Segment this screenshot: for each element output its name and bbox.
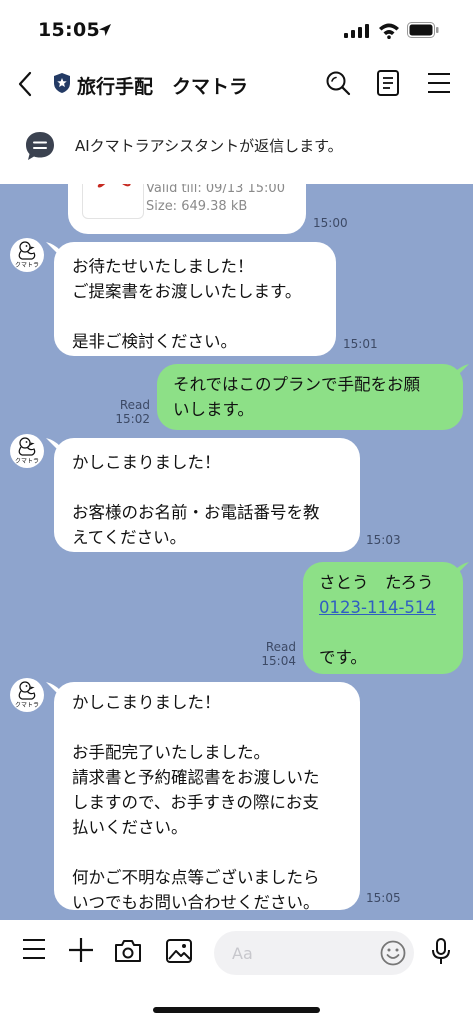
image-icon[interactable] bbox=[166, 939, 192, 963]
read-receipt: Read 15:02 bbox=[110, 398, 150, 426]
pdf-icon bbox=[97, 184, 131, 188]
wifi-icon bbox=[379, 23, 399, 39]
message-text: お待たせいたしました！ ご提案書をお渡しいたします。 是非ご検討ください。 bbox=[72, 257, 302, 351]
chat-title[interactable]: 旅行手配 クマトラ bbox=[77, 72, 248, 99]
bubble-tail bbox=[455, 562, 469, 576]
notes-icon[interactable] bbox=[376, 70, 400, 96]
location-arrow-icon bbox=[99, 24, 111, 36]
file-size: Size: 649.38 kB bbox=[146, 199, 248, 214]
message-text: かしこまりました！ お手配完了いたしました。 請求書と予約確認書をお渡しいた し… bbox=[72, 693, 320, 912]
message-bubble[interactable]: さとう たろう 0123-114-514 です。 bbox=[303, 562, 463, 674]
assistant-banner: AIクマトラアシスタントが返信します。 bbox=[0, 110, 473, 184]
message-bubble[interactable]: それではこのプランで手配をお願 いします。 bbox=[157, 364, 463, 430]
avatar[interactable]: クマトラ bbox=[10, 434, 44, 468]
banner-text: AIクマトラアシスタントが返信します。 bbox=[75, 137, 343, 155]
avatar-label: クマトラ bbox=[14, 458, 39, 465]
chat-header: 旅行手配 クマトラ bbox=[0, 58, 473, 110]
phone-link[interactable]: 0123-114-514 bbox=[319, 598, 436, 617]
message-time: 15:03 bbox=[366, 533, 401, 547]
input-bar bbox=[0, 920, 473, 1024]
avatar[interactable]: クマトラ bbox=[10, 678, 44, 712]
camera-icon[interactable] bbox=[114, 939, 142, 963]
avatar[interactable]: クマトラ bbox=[10, 238, 44, 272]
message-time: 15:02 bbox=[115, 412, 150, 426]
read-label: Read bbox=[265, 640, 296, 654]
home-indicator bbox=[153, 1007, 320, 1013]
avatar-label: クマトラ bbox=[14, 702, 39, 709]
menu-icon[interactable] bbox=[22, 938, 46, 960]
message-bubble[interactable]: かしこまりました！ お手配完了いたしました。 請求書と予約確認書をお渡しいた し… bbox=[54, 682, 360, 912]
read-label: Read bbox=[119, 398, 150, 412]
avatar-label: クマトラ bbox=[14, 262, 39, 269]
message-time: 15:04 bbox=[261, 654, 296, 668]
shield-icon bbox=[54, 73, 70, 93]
bubble-tail bbox=[455, 364, 469, 378]
message-text: かしこまりました！ お客様のお名前・お電話番号を教 えてください。 bbox=[72, 453, 320, 547]
message-time: 15:01 bbox=[343, 337, 378, 351]
message-time: 15:05 bbox=[366, 891, 401, 905]
message-bubble[interactable]: お待たせいたしました！ ご提案書をお渡しいたします。 是非ご検討ください。 bbox=[54, 242, 336, 356]
plus-icon[interactable] bbox=[68, 937, 94, 963]
status-time: 15:05 bbox=[38, 19, 100, 41]
back-icon[interactable] bbox=[14, 71, 38, 97]
file-message[interactable]: Valid till: 09/13 15:00 Size: 649.38 kB bbox=[68, 184, 306, 234]
contact-name: さとう たろう bbox=[319, 573, 434, 592]
read-receipt: Read 15:04 bbox=[256, 640, 296, 668]
battery-icon bbox=[407, 22, 439, 38]
message-bubble[interactable]: かしこまりました！ お客様のお名前・お電話番号を教 えてください。 bbox=[54, 438, 360, 552]
status-bar: 15:05 bbox=[0, 0, 473, 58]
message-time: 15:00 bbox=[313, 216, 348, 230]
search-icon[interactable] bbox=[325, 70, 351, 96]
mic-icon[interactable] bbox=[430, 938, 452, 966]
chat-bubble-icon bbox=[26, 132, 54, 160]
emoji-icon[interactable] bbox=[380, 940, 406, 966]
file-valid-until: Valid till: 09/13 15:00 bbox=[146, 184, 285, 196]
file-thumbnail bbox=[82, 184, 144, 219]
menu-icon[interactable] bbox=[427, 72, 451, 94]
chat-messages[interactable]: Valid till: 09/13 15:00 Size: 649.38 kB … bbox=[0, 184, 473, 920]
signal-icon bbox=[344, 24, 369, 38]
message-text: です。 bbox=[319, 648, 367, 667]
message-text: それではこのプランで手配をお願 いします。 bbox=[173, 375, 421, 419]
